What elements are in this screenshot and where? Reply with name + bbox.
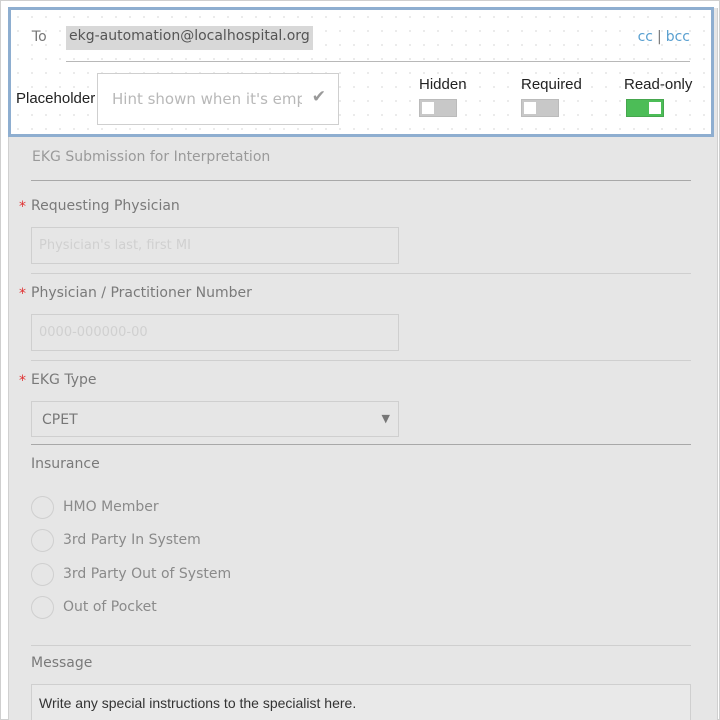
cc-bcc-links: cc | bcc xyxy=(638,29,690,45)
hidden-toggle-group: Hidden xyxy=(419,76,467,117)
readonly-toggle-group: Read-only xyxy=(624,76,692,117)
to-email-field[interactable]: ekg-automation@localhospital.org xyxy=(66,26,313,50)
readonly-toggle[interactable] xyxy=(626,99,664,117)
field-divider xyxy=(31,273,691,274)
radio-button[interactable] xyxy=(31,563,54,586)
field-divider xyxy=(31,645,691,646)
ekg-type-selected-value: CPET xyxy=(42,412,78,428)
required-toggle-label: Required xyxy=(521,76,582,93)
form-title: EKG Submission for Interpretation xyxy=(32,149,271,165)
radio-label: 3rd Party In System xyxy=(63,532,201,548)
practitioner-number-input[interactable]: 0000-000000-00 xyxy=(31,314,399,351)
required-marker: * xyxy=(19,199,26,215)
requesting-physician-label: Requesting Physician xyxy=(31,198,180,214)
practitioner-number-label: Physician / Practitioner Number xyxy=(31,285,252,301)
toggle-knob xyxy=(524,102,536,114)
radio-button[interactable] xyxy=(31,596,54,619)
placeholder-hint-text: Hint shown when it's empty xyxy=(112,90,302,108)
practitioner-number-placeholder: 0000-000000-00 xyxy=(39,325,148,340)
radio-button[interactable] xyxy=(31,496,54,519)
hidden-toggle-label: Hidden xyxy=(419,76,467,93)
bcc-link[interactable]: bcc xyxy=(666,29,690,45)
field-divider xyxy=(31,444,691,445)
ekg-type-select[interactable]: CPET ▼ xyxy=(31,401,399,437)
insurance-label: Insurance xyxy=(31,456,100,472)
checkmark-icon[interactable]: ✔ xyxy=(312,87,326,107)
radio-button[interactable] xyxy=(31,529,54,552)
radio-label: 3rd Party Out of System xyxy=(63,566,232,582)
to-label: To xyxy=(32,29,47,45)
radio-label: HMO Member xyxy=(63,499,159,515)
message-text: Write any special instructions to the sp… xyxy=(39,695,357,711)
readonly-toggle-label: Read-only xyxy=(624,76,693,93)
chevron-down-icon: ▼ xyxy=(381,412,390,425)
radio-label: Out of Pocket xyxy=(63,599,157,615)
message-label: Message xyxy=(31,655,93,671)
requesting-physician-placeholder: Physician's last, first MI xyxy=(39,238,191,253)
title-divider xyxy=(31,180,691,181)
placeholder-input[interactable]: Hint shown when it's empty ✔ xyxy=(97,73,339,125)
required-toggle[interactable] xyxy=(521,99,559,117)
required-marker: * xyxy=(19,373,26,389)
toggle-knob xyxy=(649,102,661,114)
field-divider xyxy=(31,360,691,361)
hidden-toggle[interactable] xyxy=(419,99,457,117)
cc-link[interactable]: cc xyxy=(638,29,653,45)
ekg-type-label: EKG Type xyxy=(31,372,97,388)
required-toggle-group: Required xyxy=(521,76,582,117)
placeholder-label: Placeholder xyxy=(16,90,96,107)
message-textarea[interactable]: Write any special instructions to the sp… xyxy=(31,684,691,720)
requesting-physician-input[interactable]: Physician's last, first MI xyxy=(31,227,399,264)
field-settings-popover: To ekg-automation@localhospital.org cc | b… xyxy=(8,7,714,137)
cc-bcc-separator: | xyxy=(657,29,662,45)
toggle-knob xyxy=(422,102,434,114)
to-divider xyxy=(66,61,690,62)
required-marker: * xyxy=(19,286,26,302)
